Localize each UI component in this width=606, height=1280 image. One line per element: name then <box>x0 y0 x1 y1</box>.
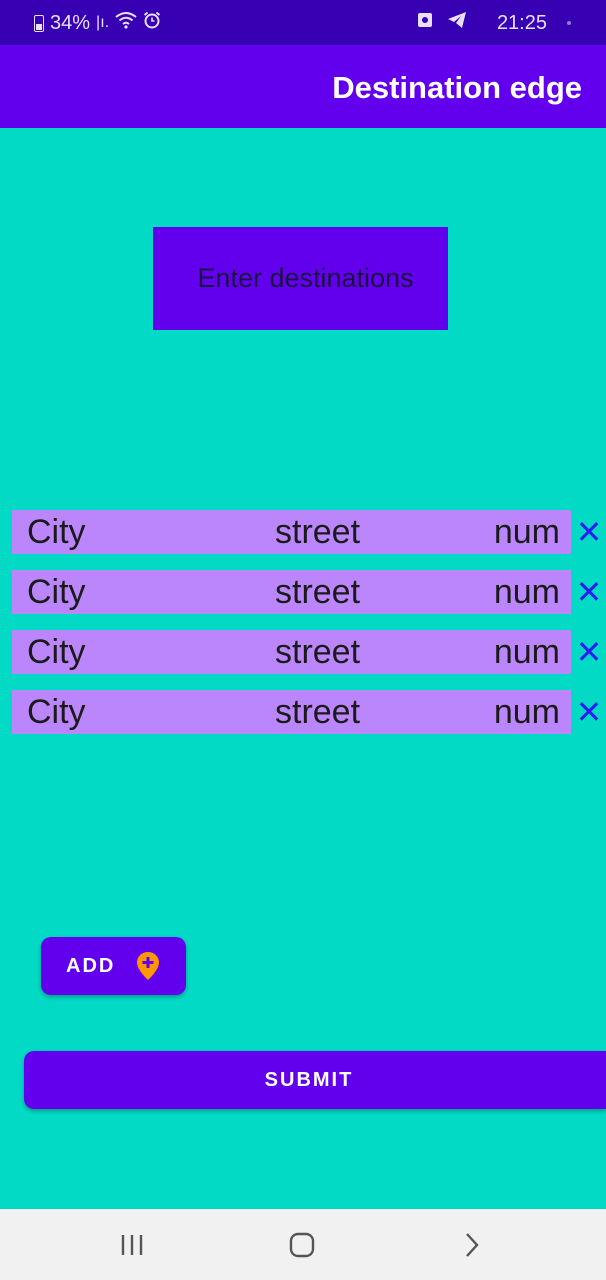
status-bar: 34% |ı. 21:25 <box>0 0 606 45</box>
add-button-label: ADD <box>66 954 116 977</box>
battery-percent: 34% <box>50 11 91 34</box>
add-location-icon <box>135 951 161 981</box>
telegram-icon <box>447 11 467 35</box>
enter-destinations-box: Enter destinations <box>153 227 448 330</box>
street-input[interactable]: street <box>275 574 360 610</box>
signal-icon: |ı. <box>96 14 110 31</box>
street-input[interactable]: street <box>275 634 360 670</box>
status-right: 21:25 <box>417 11 571 35</box>
street-input[interactable]: street <box>275 694 360 730</box>
add-button[interactable]: ADD <box>41 937 186 995</box>
page-title: Destination edge <box>332 70 582 105</box>
submit-button-label: SUBMIT <box>264 1068 354 1091</box>
city-input[interactable]: City <box>27 694 86 730</box>
destination-row: City street num <box>12 630 571 674</box>
back-icon[interactable] <box>452 1227 492 1263</box>
battery-icon <box>34 14 44 32</box>
notification-dot-icon <box>567 21 571 25</box>
submit-button[interactable]: SUBMIT <box>24 1051 606 1109</box>
destination-row: City street num <box>12 570 571 614</box>
close-icon[interactable]: ✕ <box>574 690 604 734</box>
city-input[interactable]: City <box>27 514 86 550</box>
close-icon[interactable]: ✕ <box>574 570 604 614</box>
close-icon[interactable]: ✕ <box>574 510 604 554</box>
enter-destinations-label: Enter destinations <box>197 263 414 293</box>
street-input[interactable]: street <box>275 514 360 550</box>
destination-row: City street num <box>12 510 571 554</box>
status-left: 34% |ı. <box>34 11 161 35</box>
city-input[interactable]: City <box>27 574 86 610</box>
number-input[interactable]: num <box>494 514 560 550</box>
navigation-bar <box>0 1209 606 1280</box>
number-input[interactable]: num <box>494 694 560 730</box>
wifi-icon <box>115 11 137 35</box>
city-input[interactable]: City <box>27 634 86 670</box>
number-input[interactable]: num <box>494 574 560 610</box>
screenshot-icon <box>417 12 433 34</box>
alarm-icon <box>143 11 161 35</box>
home-icon[interactable] <box>282 1227 322 1263</box>
close-icon[interactable]: ✕ <box>574 630 604 674</box>
app-bar: Destination edge <box>0 45 606 128</box>
recent-apps-icon[interactable] <box>112 1227 152 1263</box>
clock: 21:25 <box>496 11 547 34</box>
destination-row: City street num <box>12 690 571 734</box>
number-input[interactable]: num <box>494 634 560 670</box>
